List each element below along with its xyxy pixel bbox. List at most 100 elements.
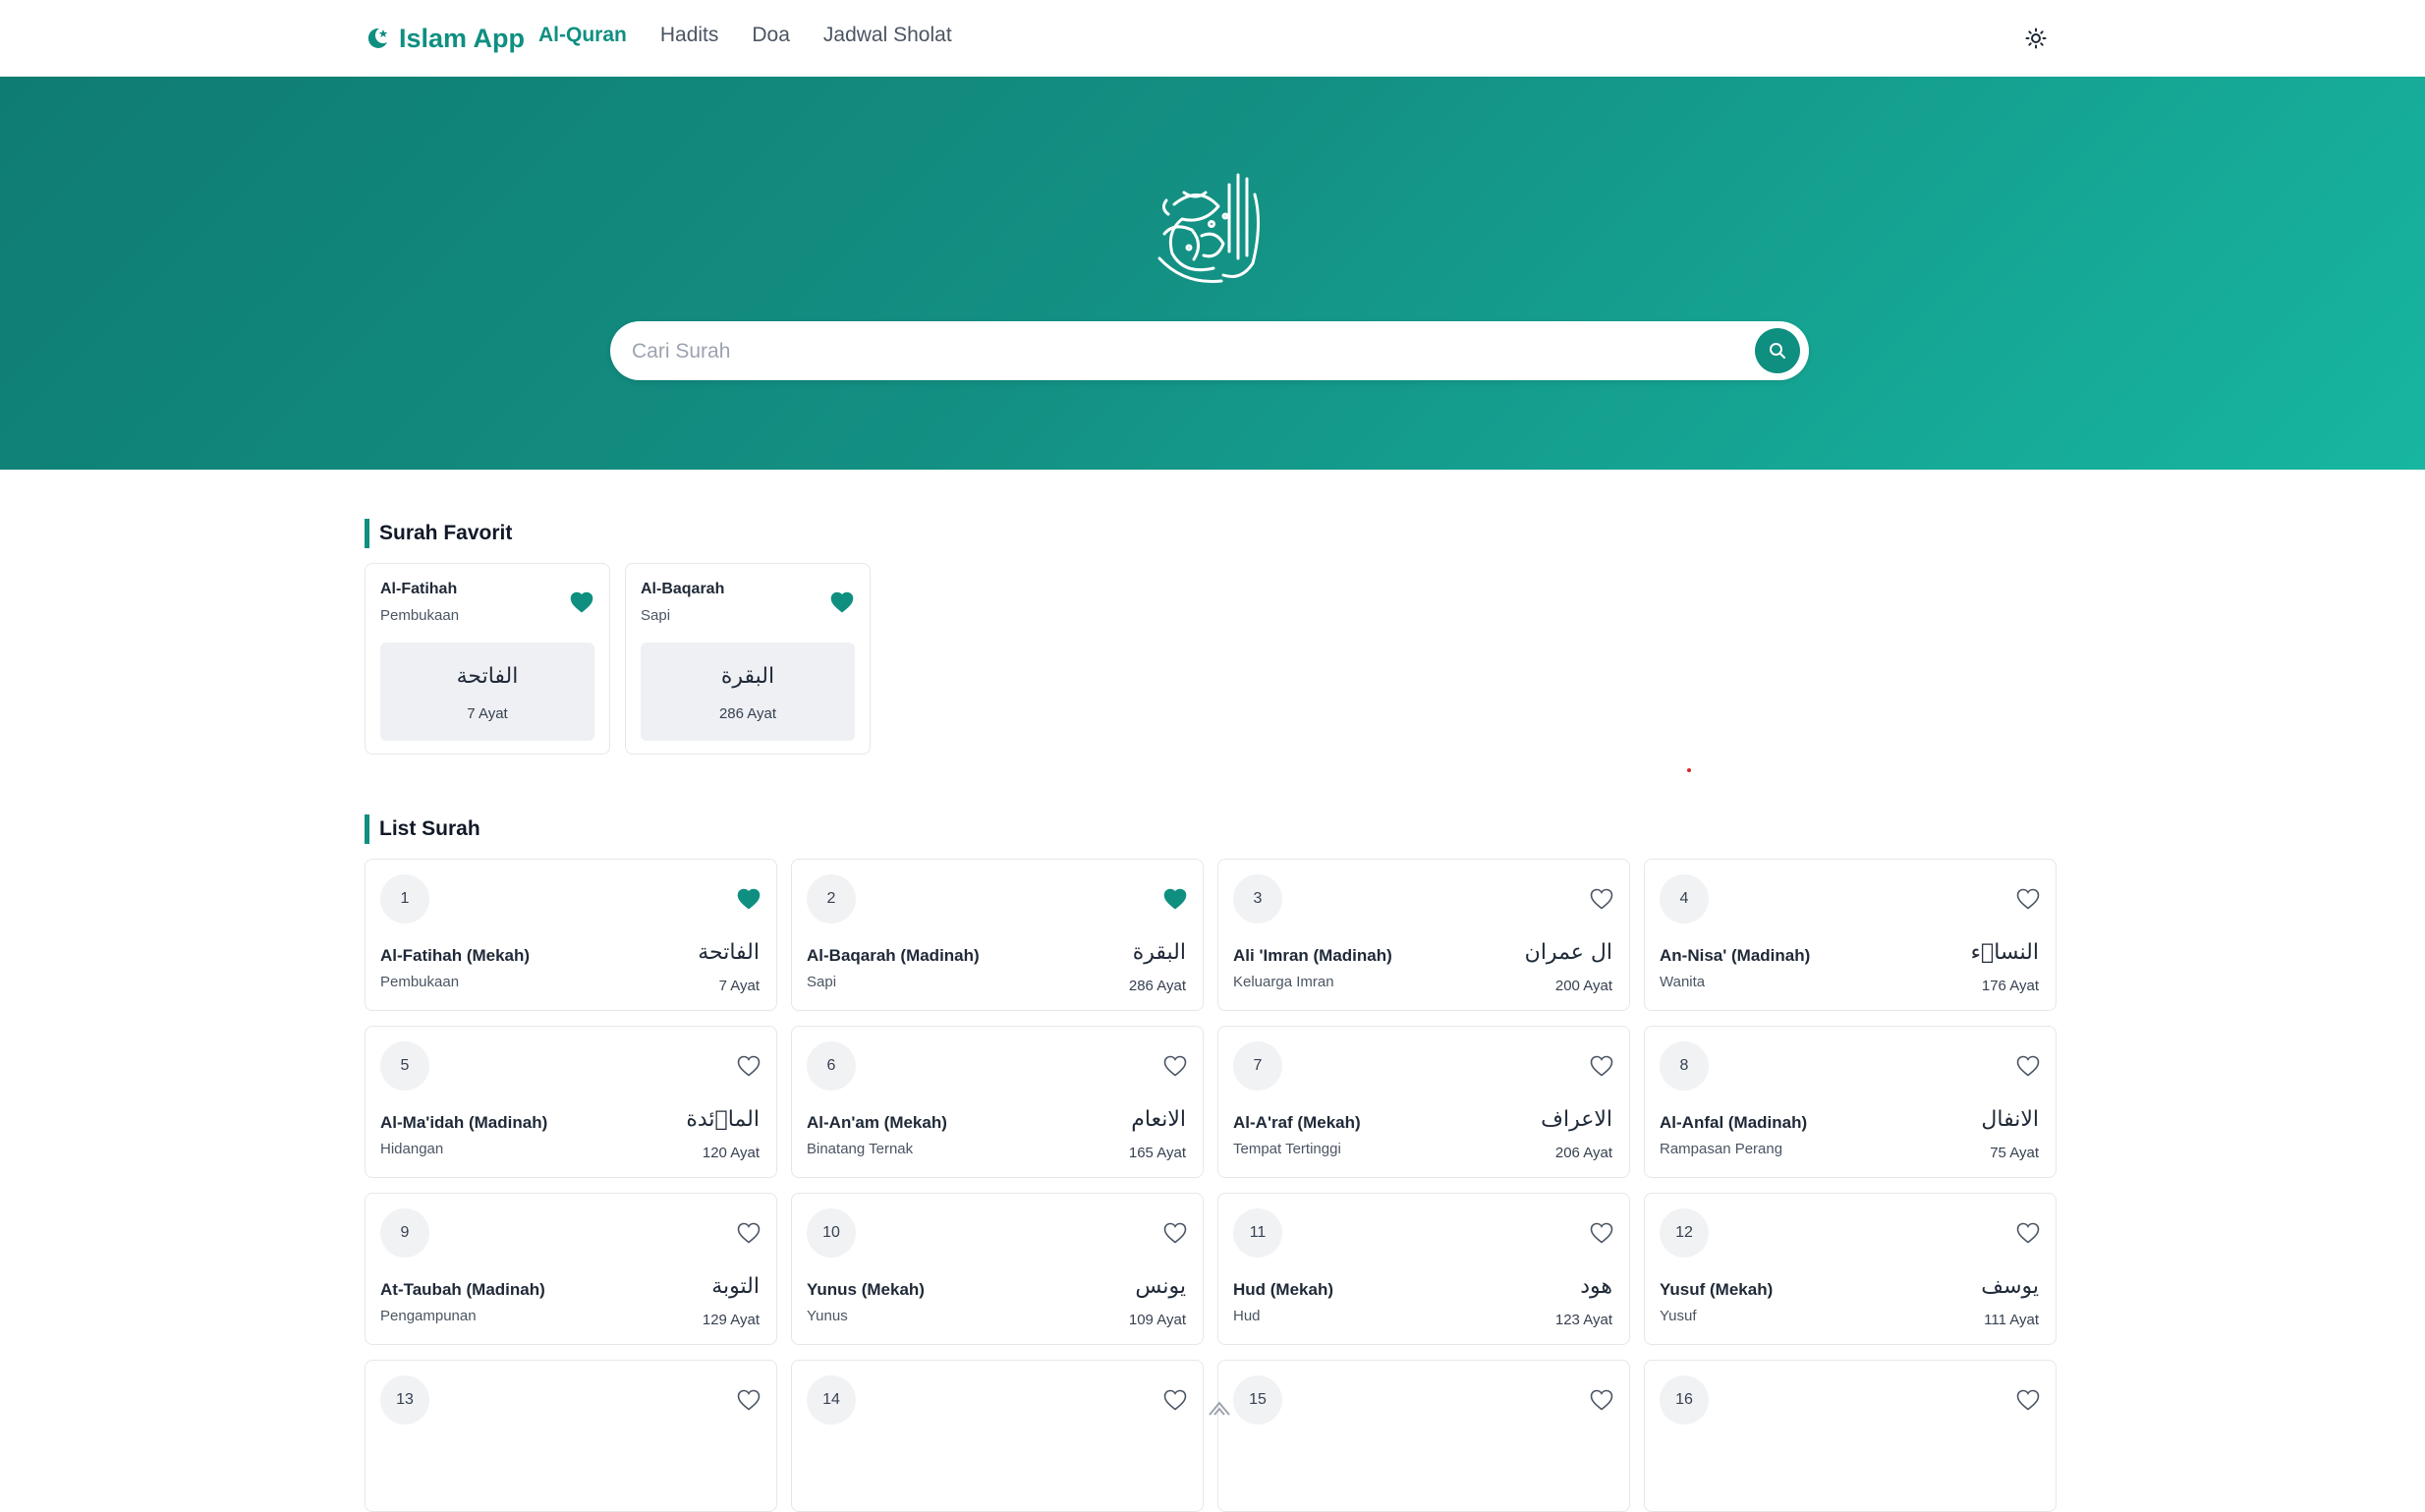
surah-ayat-count: 111 Ayat [1984, 1312, 2039, 1328]
surah-arabic-name: الماۤئدة [686, 1107, 760, 1132]
surah-number-badge: 2 [807, 874, 856, 924]
surah-ayat-count: 206 Ayat [1554, 1145, 1612, 1161]
favorites-section-title: Surah Favorit [365, 519, 512, 548]
surah-number-badge: 16 [1660, 1375, 1709, 1425]
surah-card[interactable]: 5 Al-Ma'idah (Madinah) Hidangan الماۤئدة 120… [365, 1026, 777, 1178]
favorite-toggle-heart-icon[interactable] [1590, 1389, 1613, 1411]
nav-link-al-quran[interactable]: Al-Quran [538, 24, 627, 47]
favorite-surah-name: Al-Fatihah [380, 581, 458, 597]
crescent-icon [367, 28, 388, 48]
surah-card[interactable]: 12 Yusuf (Mekah) Yusuf يوسف 111 Ayat [1644, 1193, 2057, 1345]
surah-arabic-name: البقرة [1132, 940, 1186, 965]
surah-card[interactable]: 1 Al-Fatihah (Mekah) Pembukaan الفاتحة 7 Aya… [365, 859, 777, 1011]
surah-meaning: Binatang Ternak [807, 1141, 914, 1157]
favorite-toggle-heart-icon[interactable] [2016, 888, 2040, 910]
theme-toggle-button[interactable] [2022, 25, 2050, 52]
surah-card[interactable]: 11 Hud (Mekah) Hud هود 123 Ayat [1217, 1193, 1630, 1345]
surah-card[interactable]: 10 Yunus (Mekah) Yunus يونس 109 Ayat [791, 1193, 1204, 1345]
surah-card[interactable]: 6 Al-An'am (Mekah) Binatang Ternak الانعام 1… [791, 1026, 1204, 1178]
surah-number-badge: 14 [807, 1375, 856, 1425]
hero-banner [0, 77, 2425, 470]
surah-meaning: Pembukaan [380, 974, 460, 990]
favorite-toggle-heart-icon[interactable] [1590, 1055, 1613, 1077]
surah-card[interactable]: 14 [791, 1360, 1204, 1512]
quran-calligraphy-logo [1157, 173, 1261, 284]
favorite-surah-meaning: Sapi [641, 607, 671, 624]
favorite-toggle-heart-icon[interactable] [1163, 888, 1187, 910]
favorite-toggle-heart-icon[interactable] [1163, 1222, 1187, 1244]
navbar: Islam App Al-Quran Hadits Doa Jadwal Sho… [0, 0, 2425, 78]
surah-ayat-count: 123 Ayat [1554, 1312, 1612, 1328]
surah-meaning: Rampasan Perang [1660, 1141, 1783, 1157]
surah-arabic-name: يونس [1135, 1274, 1186, 1299]
surah-name: Al-Ma'idah (Madinah) [380, 1113, 548, 1132]
surah-name: Al-Anfal (Madinah) [1660, 1113, 1808, 1132]
surah-arabic-name: النساۤء [1970, 940, 2039, 965]
surah-meaning: Tempat Tertinggi [1233, 1141, 1341, 1157]
surah-ayat-count: 129 Ayat [702, 1312, 760, 1328]
surah-number-badge: 9 [380, 1208, 429, 1258]
surah-arabic-name: ال عمران [1524, 940, 1612, 965]
surah-number-badge: 6 [807, 1041, 856, 1091]
nav-link-doa[interactable]: Doa [752, 24, 790, 47]
nav-link-hadits[interactable]: Hadits [660, 24, 719, 47]
nav-link-jadwal-sholat[interactable]: Jadwal Sholat [823, 24, 952, 47]
surah-arabic-name: الانعام [1131, 1107, 1186, 1132]
favorite-card[interactable]: Al-Baqarah Sapi البقرة 286 Ayat [625, 563, 871, 755]
nav-links: Al-Quran Hadits Doa Jadwal Sholat [538, 24, 952, 47]
surah-ayat-count: 176 Ayat [1981, 978, 2039, 994]
surah-number-badge: 8 [1660, 1041, 1709, 1091]
surah-card[interactable]: 8 Al-Anfal (Madinah) Rampasan Perang الانفا… [1644, 1026, 2057, 1178]
brand-name: Islam App [399, 23, 526, 53]
surah-number-badge: 7 [1233, 1041, 1282, 1091]
surah-arabic-name: الاعراف [1541, 1107, 1612, 1132]
surah-number-badge: 12 [1660, 1208, 1709, 1258]
surah-arabic-name: التوبة [711, 1274, 760, 1299]
favorite-toggle-heart-icon[interactable] [737, 888, 761, 910]
surah-meaning: Hud [1233, 1308, 1261, 1324]
favorite-toggle-heart-icon[interactable] [1590, 1222, 1613, 1244]
surah-ayat-count: 165 Ayat [1128, 1145, 1186, 1161]
surah-card[interactable]: 15 [1217, 1360, 1630, 1512]
search-input[interactable] [630, 321, 1754, 382]
surah-card[interactable]: 13 [365, 1360, 777, 1512]
surah-name: Ali 'Imran (Madinah) [1233, 946, 1392, 965]
favorite-toggle-heart-icon[interactable] [2016, 1222, 2040, 1244]
favorite-heart-icon[interactable] [570, 591, 593, 613]
sun-icon [2025, 28, 2047, 49]
brand-logo[interactable]: Islam App [364, 20, 525, 57]
surah-number-badge: 1 [380, 874, 429, 924]
surah-card[interactable]: 2 Al-Baqarah (Madinah) Sapi البقرة 286 Ayat [791, 859, 1204, 1011]
surah-number-badge: 11 [1233, 1208, 1282, 1258]
favorite-toggle-heart-icon[interactable] [1590, 888, 1613, 910]
favorite-toggle-heart-icon[interactable] [1163, 1055, 1187, 1077]
search-button[interactable] [1755, 328, 1800, 373]
surah-name: Hud (Mekah) [1233, 1280, 1333, 1299]
surah-card[interactable]: 3 Ali 'Imran (Madinah) Keluarga Imran ال عم… [1217, 859, 1630, 1011]
favorite-surah-arabic: البقرة [720, 664, 775, 689]
surah-arabic-name: يوسف [1981, 1274, 2039, 1299]
favorite-card[interactable]: Al-Fatihah Pembukaan الفاتحة 7 Ayat [365, 563, 610, 755]
scroll-up-icon[interactable] [1206, 1399, 1233, 1416]
favorite-toggle-heart-icon[interactable] [2016, 1389, 2040, 1411]
surah-ayat-count: 286 Ayat [1128, 978, 1186, 994]
surah-number-badge: 3 [1233, 874, 1282, 924]
surah-number-badge: 10 [807, 1208, 856, 1258]
surah-card[interactable]: 9 At-Taubah (Madinah) Pengampunan التوبة 129… [365, 1193, 777, 1345]
surah-card[interactable]: 7 Al-A'raf (Mekah) Tempat Tertinggi الاعراف… [1217, 1026, 1630, 1178]
favorite-heart-icon[interactable] [830, 591, 854, 613]
surah-name: Yunus (Mekah) [807, 1280, 925, 1299]
surah-name: Al-Baqarah (Madinah) [807, 946, 980, 965]
favorite-toggle-heart-icon[interactable] [737, 1222, 761, 1244]
surah-ayat-count: 120 Ayat [702, 1145, 760, 1161]
surah-card[interactable]: 4 An-Nisa' (Madinah) Wanita النساۤء 176 Ayat [1644, 859, 2057, 1011]
favorite-toggle-heart-icon[interactable] [737, 1055, 761, 1077]
favorite-toggle-heart-icon[interactable] [2016, 1055, 2040, 1077]
surah-number-badge: 13 [380, 1375, 429, 1425]
surah-card[interactable]: 16 [1644, 1360, 2057, 1512]
favorite-surah-ayat: 286 Ayat [718, 705, 777, 722]
surah-meaning: Keluarga Imran [1233, 974, 1334, 990]
favorite-toggle-heart-icon[interactable] [1163, 1389, 1187, 1411]
favorite-toggle-heart-icon[interactable] [737, 1389, 761, 1411]
surah-ayat-count: 109 Ayat [1128, 1312, 1186, 1328]
